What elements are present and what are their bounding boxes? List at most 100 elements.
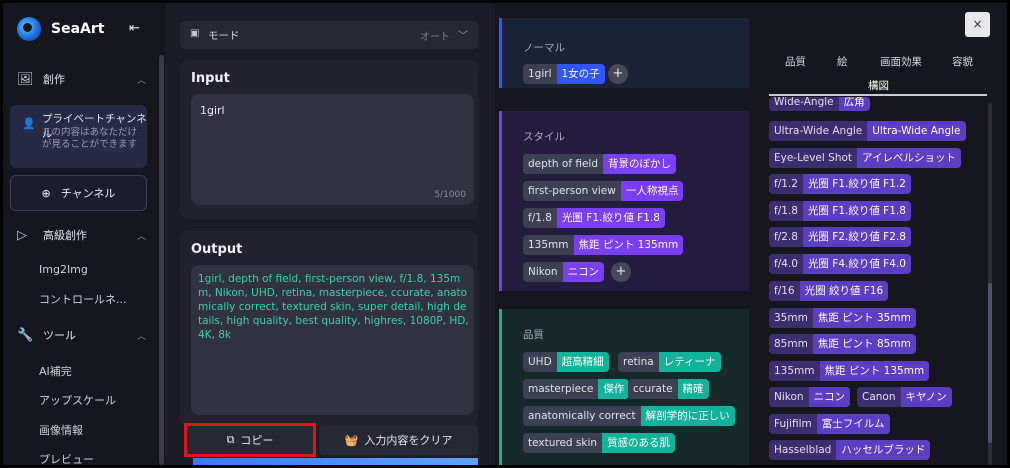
tab-quality[interactable]: 品質 — [785, 54, 806, 69]
tag-chip[interactable]: 135mm 焦距 ピント 135mm — [523, 235, 684, 255]
library-tag-ja: アイレベルショット — [857, 148, 961, 168]
library-tag-chip[interactable]: Ultra-Wide Angle Ultra-Wide Angle — [769, 121, 966, 141]
tag-chip[interactable]: f/1.8 光圏 F1.絞り値 F1.8 — [523, 208, 665, 228]
tab-underline — [769, 94, 987, 96]
library-tag-chip[interactable]: f/4.0 光圈 F4.絞り値 F4.0 — [769, 254, 911, 274]
tag-chip[interactable]: textured skin 質感のある肌 — [523, 433, 676, 453]
library-tag-en: Ultra-Wide Angle — [769, 121, 868, 141]
tag-chip-ja: ニコン — [562, 262, 605, 282]
tag-chip-ja: 焦距 ピント 135mm — [573, 235, 684, 255]
output-value: 1girl, depth of field, first-person view… — [198, 273, 469, 341]
library-tag-ja: ニコン — [808, 387, 851, 407]
library-tag-chip[interactable]: Wide-Angle 広角 — [769, 97, 870, 111]
library-tag-chip[interactable]: Hasselblad ハッセルブラッド — [769, 440, 931, 460]
generate-button-edge[interactable] — [193, 458, 478, 465]
nav-creation[interactable]: 🖼 創作 ︿ — [3, 69, 159, 89]
library-tag-chip[interactable]: 35mm 焦距 ピント 35mm — [769, 308, 916, 328]
tag-chip-en: Nikon — [523, 262, 563, 282]
library-tag-chip[interactable]: f/16 光圈 絞り値 F16 — [769, 281, 889, 301]
input-value: 1girl — [200, 104, 225, 117]
nav-img2img[interactable]: Img2Img — [39, 263, 88, 276]
add-tag-icon[interactable]: + — [611, 262, 631, 282]
nav-advanced[interactable]: ▷ 高級創作 ︿ — [3, 225, 159, 245]
mode-icon: ▣ — [190, 28, 200, 39]
chevron-up-icon: ︿ — [137, 231, 147, 242]
library-tag-ja: 光圈 絞り値 F16 — [799, 281, 889, 301]
close-icon[interactable]: × — [965, 12, 990, 37]
library-tag-ja: 光圈 F1.絞り値 F1.2 — [802, 174, 911, 194]
tab-appearance[interactable]: 容貌 — [952, 54, 973, 69]
tag-chip[interactable]: anatomically correct 解剖学的に正しい — [523, 406, 735, 426]
channel-label: チャンネル — [60, 187, 116, 200]
library-tag-chip[interactable]: f/2.8 光圈 F2.絞り値 F2.8 — [769, 227, 911, 247]
input-textarea[interactable]: 1girl 5/1000 — [191, 94, 474, 205]
library-tag-chip[interactable]: Fujifilm 富士フイルム — [769, 414, 890, 434]
tag-chip[interactable]: Nikon ニコン — [523, 262, 605, 282]
brand-name: SeaArt — [51, 21, 105, 37]
add-tag-icon[interactable]: + — [608, 64, 628, 84]
tag-chip-en: f/1.8 — [523, 208, 557, 228]
tag-chip[interactable]: UHD 超高精細 — [523, 352, 609, 372]
tag-chip[interactable]: masterpiece 傑作 — [523, 379, 630, 399]
library-tag-chip[interactable]: 135mm 焦距 ピント 135mm — [769, 361, 930, 381]
tag-chip[interactable]: retina レティーナ — [618, 352, 721, 372]
sidebar: SeaArt ⇤ 🖼 創作 ︿ 👤 プライベートチャンネル この内容はあなただけ… — [3, 3, 165, 465]
tag-chip-en: depth of field — [523, 154, 604, 174]
tag-chip[interactable]: ccurate 精確 — [628, 379, 709, 399]
output-card: Output 1girl, depth of field, first-pers… — [180, 231, 478, 426]
tab-picture[interactable]: 絵 — [837, 54, 848, 69]
tag-chip[interactable]: first-person view 一人称視点 — [523, 181, 684, 201]
nav-upscale[interactable]: アップスケール — [39, 392, 116, 408]
tag-panel-normal-title: ノーマル — [523, 42, 565, 54]
tab-screen-effect[interactable]: 画面効果 — [880, 54, 922, 69]
basket-icon: 🧺 — [344, 433, 359, 447]
library-tag-ja: 光圈 F2.絞り値 F2.8 — [802, 227, 911, 247]
mode-value: オート — [420, 32, 450, 43]
tag-chip[interactable]: 1girl 1女の子 — [523, 64, 605, 84]
collapse-sidebar-icon[interactable]: ⇤ — [129, 21, 140, 36]
library-tag-en: Eye-Level Shot — [769, 148, 858, 168]
library-tag-chip[interactable]: 85mm 焦距 ピント 85mm — [769, 334, 916, 354]
library-tag-chip[interactable]: Canon キヤノン — [857, 387, 952, 407]
tag-chip[interactable]: depth of field 背景のぼかし — [523, 154, 677, 174]
nav-tools-label: ツール — [43, 329, 76, 342]
nav-creation-label: 創作 — [43, 73, 65, 86]
wrench-icon: 🔧 — [17, 327, 34, 343]
tag-chip-en: first-person view — [523, 181, 621, 201]
library-tag-chip[interactable]: Nikon ニコン — [769, 387, 851, 407]
nav-preview[interactable]: プレビュー — [39, 451, 94, 465]
sidebar-scrollbar[interactable] — [159, 55, 164, 465]
clear-input-button[interactable]: 🧺 入力内容をクリア — [319, 425, 478, 455]
library-tag-en: 35mm — [769, 308, 813, 328]
library-tag-ja: 焦距 ピント 35mm — [812, 308, 916, 328]
library-tag-en: Fujifilm — [769, 414, 817, 434]
library-tag-en: f/1.8 — [769, 201, 803, 221]
prompt-panel: ▣ モード オート ﹀ Input 1girl 5/1000 Output 1g… — [165, 3, 495, 465]
input-char-count: 5/1000 — [434, 190, 466, 200]
library-tag-en: f/1.2 — [769, 174, 803, 194]
library-tag-chip[interactable]: f/1.8 光圈 F1.絞り値 F1.8 — [769, 201, 911, 221]
private-channel[interactable]: 👤 プライベートチャンネル この内容はあなただけが見ることができます — [10, 105, 147, 168]
copy-button[interactable]: ⧉ コピー — [184, 423, 316, 457]
library-scroll-thumb[interactable] — [988, 283, 992, 443]
output-textarea[interactable]: 1girl, depth of field, first-person view… — [191, 265, 474, 415]
tag-chip-ja: 光圏 F1.絞り値 F1.8 — [556, 208, 665, 228]
library-tag-chip[interactable]: f/1.2 光圈 F1.絞り値 F1.2 — [769, 174, 911, 194]
nav-controlnet[interactable]: コントロールネ... — [39, 291, 127, 307]
library-tag-en: f/16 — [769, 281, 800, 301]
tag-column: ノーマル 1girl 1女の子 + スタイル depth of field 背景… — [495, 3, 755, 465]
tag-chip-ja: 精確 — [677, 379, 709, 399]
library-tag-en: Hasselblad — [769, 440, 837, 460]
channel-button[interactable]: ⊕ チャンネル — [10, 175, 147, 211]
mode-select[interactable]: ▣ モード オート ﹀ — [180, 21, 478, 49]
library-tag-chip[interactable]: Eye-Level Shot アイレベルショット — [769, 148, 961, 168]
brand[interactable]: SeaArt — [17, 17, 104, 41]
tag-panel-style: スタイル depth of field 背景のぼかし first-person … — [499, 111, 749, 291]
nav-tools[interactable]: 🔧 ツール ︿ — [3, 325, 159, 345]
tab-composition[interactable]: 構図 — [868, 78, 889, 93]
tag-chip-en: 1girl — [523, 64, 557, 84]
chevron-up-icon: ︿ — [137, 331, 147, 342]
chevron-up-icon: ︿ — [137, 75, 147, 86]
nav-ai-complete[interactable]: AI補完 — [39, 363, 72, 379]
nav-image-info[interactable]: 画像情報 — [39, 422, 83, 438]
